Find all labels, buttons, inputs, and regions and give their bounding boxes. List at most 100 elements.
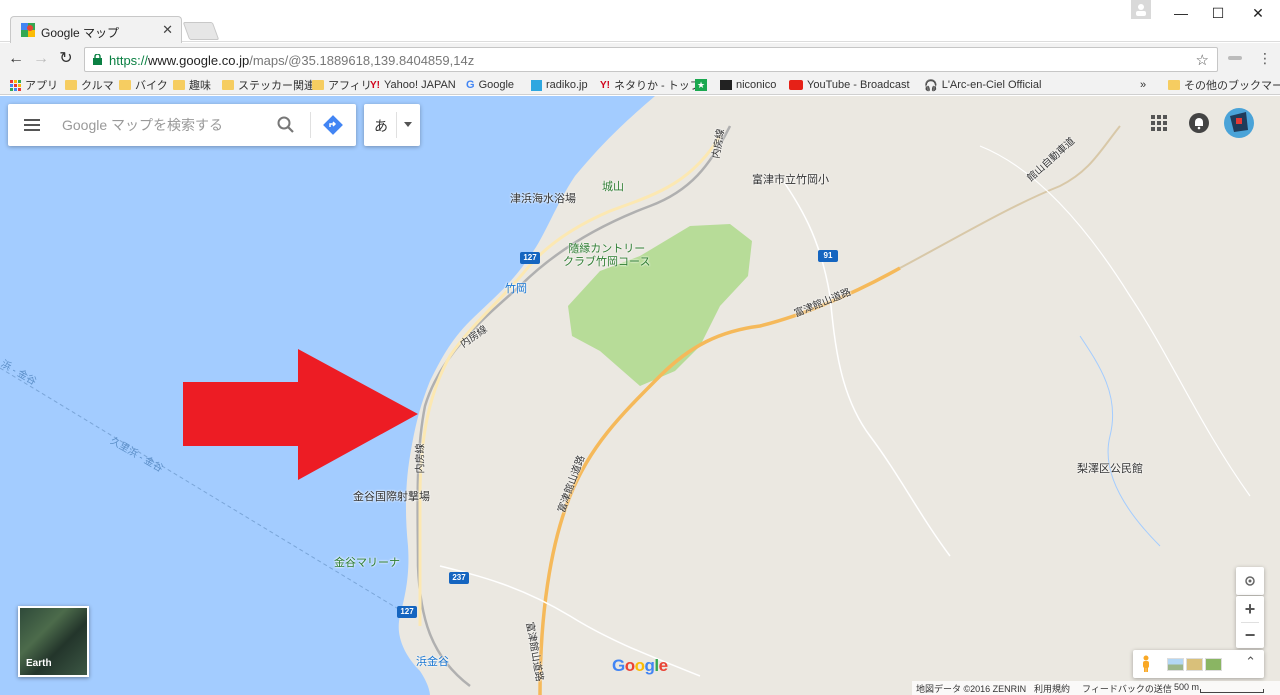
- headphones-icon: 🎧: [924, 79, 938, 92]
- map-canvas[interactable]: 津浜海水浴場 城山 富津市立竹岡小 隨縁カントリー クラブ竹岡コース 竹岡 金谷…: [0, 96, 1280, 695]
- forward-arrow-icon[interactable]: →: [31, 49, 51, 69]
- search-input[interactable]: [62, 114, 262, 136]
- crosshair-icon: [1245, 576, 1255, 586]
- layers-panel: ⌃: [1133, 650, 1264, 678]
- search-icon[interactable]: [276, 115, 296, 135]
- maximize-window-button[interactable]: ☐: [1203, 5, 1233, 23]
- chevron-down-icon[interactable]: [404, 122, 412, 127]
- station-label[interactable]: 竹岡: [505, 280, 527, 296]
- reload-icon[interactable]: ↻: [56, 49, 76, 69]
- my-location-button[interactable]: [1236, 567, 1264, 595]
- terms-link[interactable]: 利用規約: [1034, 682, 1070, 695]
- directions-icon[interactable]: [322, 114, 344, 136]
- terrain-thumbnail[interactable]: [1167, 658, 1184, 671]
- back-arrow-icon[interactable]: ←: [6, 49, 26, 69]
- feedback-link[interactable]: フィードバックの送信: [1082, 682, 1172, 695]
- bookmark-niconico[interactable]: niconico: [720, 77, 776, 93]
- bookmark-apps[interactable]: アプリ: [10, 77, 58, 93]
- folder-icon: [312, 80, 324, 90]
- hamburger-menu-icon[interactable]: [22, 116, 42, 134]
- profile-icon[interactable]: [1131, 0, 1151, 19]
- close-window-button[interactable]: ✕: [1243, 5, 1273, 23]
- lock-icon: [93, 54, 102, 65]
- browser-tab[interactable]: Google マップ ✕: [10, 16, 182, 43]
- place-label[interactable]: 金谷国際射撃場: [353, 488, 430, 504]
- folder-icon: [119, 80, 131, 90]
- bookmark-folder-sticker[interactable]: ステッカー関連: [222, 77, 315, 93]
- bookmark-other-folder[interactable]: その他のブックマーク: [1168, 77, 1280, 93]
- place-label[interactable]: 金谷マリーナ: [334, 554, 400, 570]
- yahoo-icon: Y!: [370, 79, 380, 91]
- bookmark-yahoo-japan[interactable]: Y! Yahoo! JAPAN: [370, 77, 456, 93]
- place-label[interactable]: 津浜海水浴場: [510, 190, 576, 206]
- place-label[interactable]: 隨縁カントリー クラブ竹岡コース: [563, 243, 650, 269]
- google-icon: G: [466, 79, 475, 91]
- route-shield: 237: [449, 572, 469, 584]
- folder-icon: [222, 80, 234, 90]
- scale-bar[interactable]: [1200, 689, 1264, 693]
- zoom-control: + −: [1236, 596, 1264, 648]
- url-text: https://www.google.co.jp/maps/@35.188961…: [109, 53, 475, 68]
- bookmark-folder-bike[interactable]: バイク: [119, 77, 168, 93]
- place-label[interactable]: 梨澤区公民館: [1077, 460, 1143, 476]
- browser-titlebar: Google マップ ✕ — ☐ ✕: [0, 0, 1280, 43]
- new-tab-button[interactable]: [182, 22, 220, 40]
- earth-view-toggle[interactable]: Earth: [18, 606, 89, 677]
- imagery-thumbnail[interactable]: [1186, 658, 1203, 671]
- minimize-window-button[interactable]: —: [1166, 5, 1196, 23]
- divider: [310, 112, 311, 138]
- youtube-icon: [789, 80, 803, 90]
- zoom-in-button[interactable]: +: [1236, 596, 1264, 622]
- bookmark-folder-affiliate[interactable]: アフィリ: [312, 77, 372, 93]
- niconico-icon: [720, 80, 732, 90]
- station-label[interactable]: 浜金谷: [416, 653, 449, 669]
- extension-icon[interactable]: [1228, 53, 1242, 63]
- account-avatar[interactable]: [1224, 108, 1254, 138]
- pegman-icon[interactable]: [1141, 655, 1151, 673]
- bookmark-star-icon[interactable]: ☆: [1196, 51, 1209, 69]
- folder-icon: [65, 80, 77, 90]
- route-shield: 127: [520, 252, 540, 264]
- zoom-out-button[interactable]: −: [1236, 622, 1264, 648]
- bookmark-larc[interactable]: 🎧 L'Arc-en-Ciel Official: [924, 77, 1041, 93]
- bookmark-google[interactable]: G Google: [466, 77, 514, 93]
- chrome-menu-icon[interactable]: ⋮: [1258, 50, 1272, 67]
- yahoo-icon: Y!: [600, 79, 610, 91]
- folder-icon: [173, 80, 185, 90]
- google-apps-icon[interactable]: [1151, 115, 1167, 131]
- apps-icon: [10, 79, 21, 91]
- star-icon: ★: [695, 79, 707, 91]
- folder-icon: [1168, 80, 1180, 90]
- input-tools-button[interactable]: あ: [364, 104, 420, 146]
- ime-label: あ: [374, 118, 388, 134]
- google-logo: Google: [612, 656, 668, 675]
- maps-search-box: [8, 104, 356, 146]
- bookmark-folder-car[interactable]: クルマ: [65, 77, 114, 93]
- bookmark-star[interactable]: ★: [695, 77, 707, 93]
- google-maps-favicon-icon: [21, 23, 35, 37]
- bookmarks-overflow-button[interactable]: »: [1140, 77, 1146, 93]
- place-label[interactable]: 城山: [602, 178, 624, 194]
- place-label[interactable]: 富津市立竹岡小: [752, 171, 829, 187]
- divider: [396, 112, 397, 138]
- rail-label: 内房線: [415, 443, 427, 474]
- map-data-credit: 地図データ ©2016 ZENRIN: [916, 684, 1027, 694]
- radiko-icon: [531, 79, 542, 91]
- bookmark-radiko[interactable]: radiko.jp: [531, 77, 588, 93]
- expand-icon[interactable]: ⌃: [1245, 654, 1256, 670]
- tab-title: Google マップ: [41, 26, 120, 40]
- bookmark-netarika[interactable]: Y! ネタりか - トップ: [600, 77, 701, 93]
- notification-bell-icon[interactable]: [1189, 113, 1209, 133]
- address-bar[interactable]: https://www.google.co.jp/maps/@35.188961…: [84, 47, 1218, 72]
- imagery-thumbnail[interactable]: [1205, 658, 1222, 671]
- bookmark-folder-hobby[interactable]: 趣味: [173, 77, 211, 93]
- bookmarks-bar: アプリ クルマ バイク 趣味 ステッカー関連 アフィリ Y! Yahoo! JAP…: [0, 75, 1280, 95]
- route-shield: 91: [818, 250, 838, 262]
- map-base-layer: [0, 96, 1280, 695]
- earth-label: Earth: [26, 658, 52, 669]
- tab-close-icon[interactable]: ✕: [162, 22, 173, 38]
- browser-toolbar: ← → ↻ https://www.google.co.jp/maps/@35.…: [0, 43, 1280, 75]
- bookmark-youtube[interactable]: YouTube - Broadcast: [789, 77, 910, 93]
- scale-label[interactable]: 500 m: [1174, 682, 1199, 692]
- route-shield: 127: [397, 606, 417, 618]
